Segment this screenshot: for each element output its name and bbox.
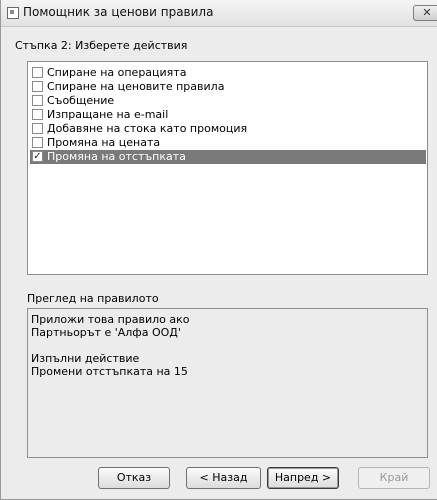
preview-line: Промени отстъпката на 15 [31,365,188,378]
window-title: Помощник за ценови правила [23,5,214,19]
checkbox[interactable] [32,81,43,92]
action-item-add-promo-item[interactable]: Добавяне на стока като промоция [30,122,426,136]
preview-line: Партньорът е 'Алфа ООД' [31,326,181,339]
checkbox-checked[interactable]: ✓ [32,151,43,162]
action-label: Добавяне на стока като промоция [47,122,248,135]
close-button[interactable]: ✕ [413,5,437,21]
cancel-button[interactable]: Отказ [98,467,170,489]
checkbox[interactable] [32,109,43,120]
preview-line: Изпълни действие [31,352,140,365]
action-label: Съобщение [47,94,115,107]
action-label: Промяна на цената [47,136,161,149]
preview-heading: Преглед на правилото [27,292,159,305]
preview-line: Приложи това правило ако [31,313,190,326]
finish-button[interactable]: Край [358,467,430,489]
checkbox[interactable] [32,67,43,78]
action-item-stop-price-rules[interactable]: Спиране на ценовите правила [30,80,426,94]
wizard-window: Помощник за ценови правила ✕ Стъпка 2: И… [0,0,437,500]
action-item-message[interactable]: Съобщение [30,94,426,108]
rule-preview: Приложи това правило ако Партньорът е 'А… [27,308,428,458]
action-item-change-discount[interactable]: ✓ Промяна на отстъпката [30,150,426,164]
action-label: Спиране на операцията [47,66,187,79]
actions-list[interactable]: Спиране на операцията Спиране на ценовит… [27,61,428,275]
next-button[interactable]: Напред > [267,467,339,489]
checkbox[interactable] [32,95,43,106]
title-bar: Помощник за ценови правила ✕ [1,0,437,27]
action-label: Спиране на ценовите правила [47,80,225,93]
checkbox[interactable] [32,137,43,148]
action-label: Изпращане на e-mail [47,108,169,121]
action-item-stop-operation[interactable]: Спиране на операцията [30,66,426,80]
action-label: Промяна на отстъпката [47,150,186,163]
back-button[interactable]: < Назад [186,467,261,489]
step-heading: Стъпка 2: Изберете действия [15,39,188,52]
window-icon [7,7,19,19]
action-item-change-price[interactable]: Промяна на цената [30,136,426,150]
action-item-send-email[interactable]: Изпращане на e-mail [30,108,426,122]
checkbox[interactable] [32,123,43,134]
